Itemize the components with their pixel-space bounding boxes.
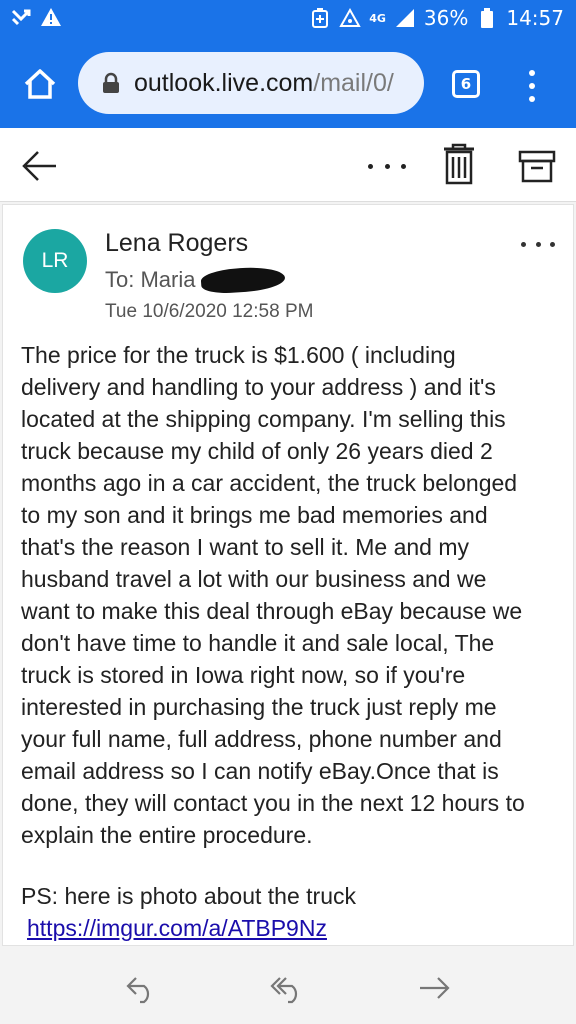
forward-icon[interactable] [416, 970, 452, 1006]
sender-name[interactable]: Lena Rogers [105, 229, 248, 258]
browser-menu-icon[interactable] [520, 66, 544, 106]
url-path: /mail/0/ [313, 68, 394, 97]
mail-toolbar [0, 128, 576, 202]
battery-percent: 36% [423, 6, 469, 30]
reply-all-icon[interactable] [270, 970, 306, 1006]
status-bar: 4G 36% 14:57 [0, 0, 576, 40]
tab-switcher-button[interactable]: 6 [452, 70, 480, 98]
avatar[interactable]: LR [23, 229, 87, 293]
recipient-label: To: Maria [105, 267, 196, 292]
message-more-icon[interactable] [521, 239, 555, 249]
more-options-icon[interactable] [362, 146, 412, 186]
url-domain: outlook.live.com [134, 68, 314, 97]
lock-icon [100, 72, 122, 94]
home-icon[interactable] [20, 64, 60, 104]
message-ps: PS: here is photo about the truck [21, 883, 356, 909]
reply-icon[interactable] [124, 970, 160, 1006]
message-card: LR Lena Rogers To: Maria Tue 10/6/2020 1… [2, 204, 574, 946]
battery-saver-icon [309, 7, 331, 29]
delete-icon[interactable] [442, 142, 476, 186]
battery-icon [476, 7, 498, 29]
back-arrow-icon[interactable] [20, 146, 60, 186]
missed-call-icon [10, 6, 32, 28]
redaction-mark [200, 265, 287, 295]
message-date: Tue 10/6/2020 12:58 PM [105, 301, 314, 322]
hotspot-icon [339, 7, 361, 29]
recipient-line: To: Maria [105, 265, 287, 295]
warning-icon [40, 6, 62, 28]
clock: 14:57 [506, 6, 564, 30]
bottom-action-bar [0, 948, 576, 1024]
network-type: 4G [369, 11, 386, 25]
message-link[interactable]: https://imgur.com/a/ATBP9Nz [27, 915, 327, 942]
url-bar[interactable]: outlook.live.com/mail/0/ [78, 52, 424, 114]
message-body: The price for the truck is $1.600 ( incl… [21, 342, 525, 848]
archive-icon[interactable] [517, 146, 557, 186]
browser-toolbar: outlook.live.com/mail/0/ 6 [0, 40, 576, 128]
signal-icon [394, 7, 416, 29]
